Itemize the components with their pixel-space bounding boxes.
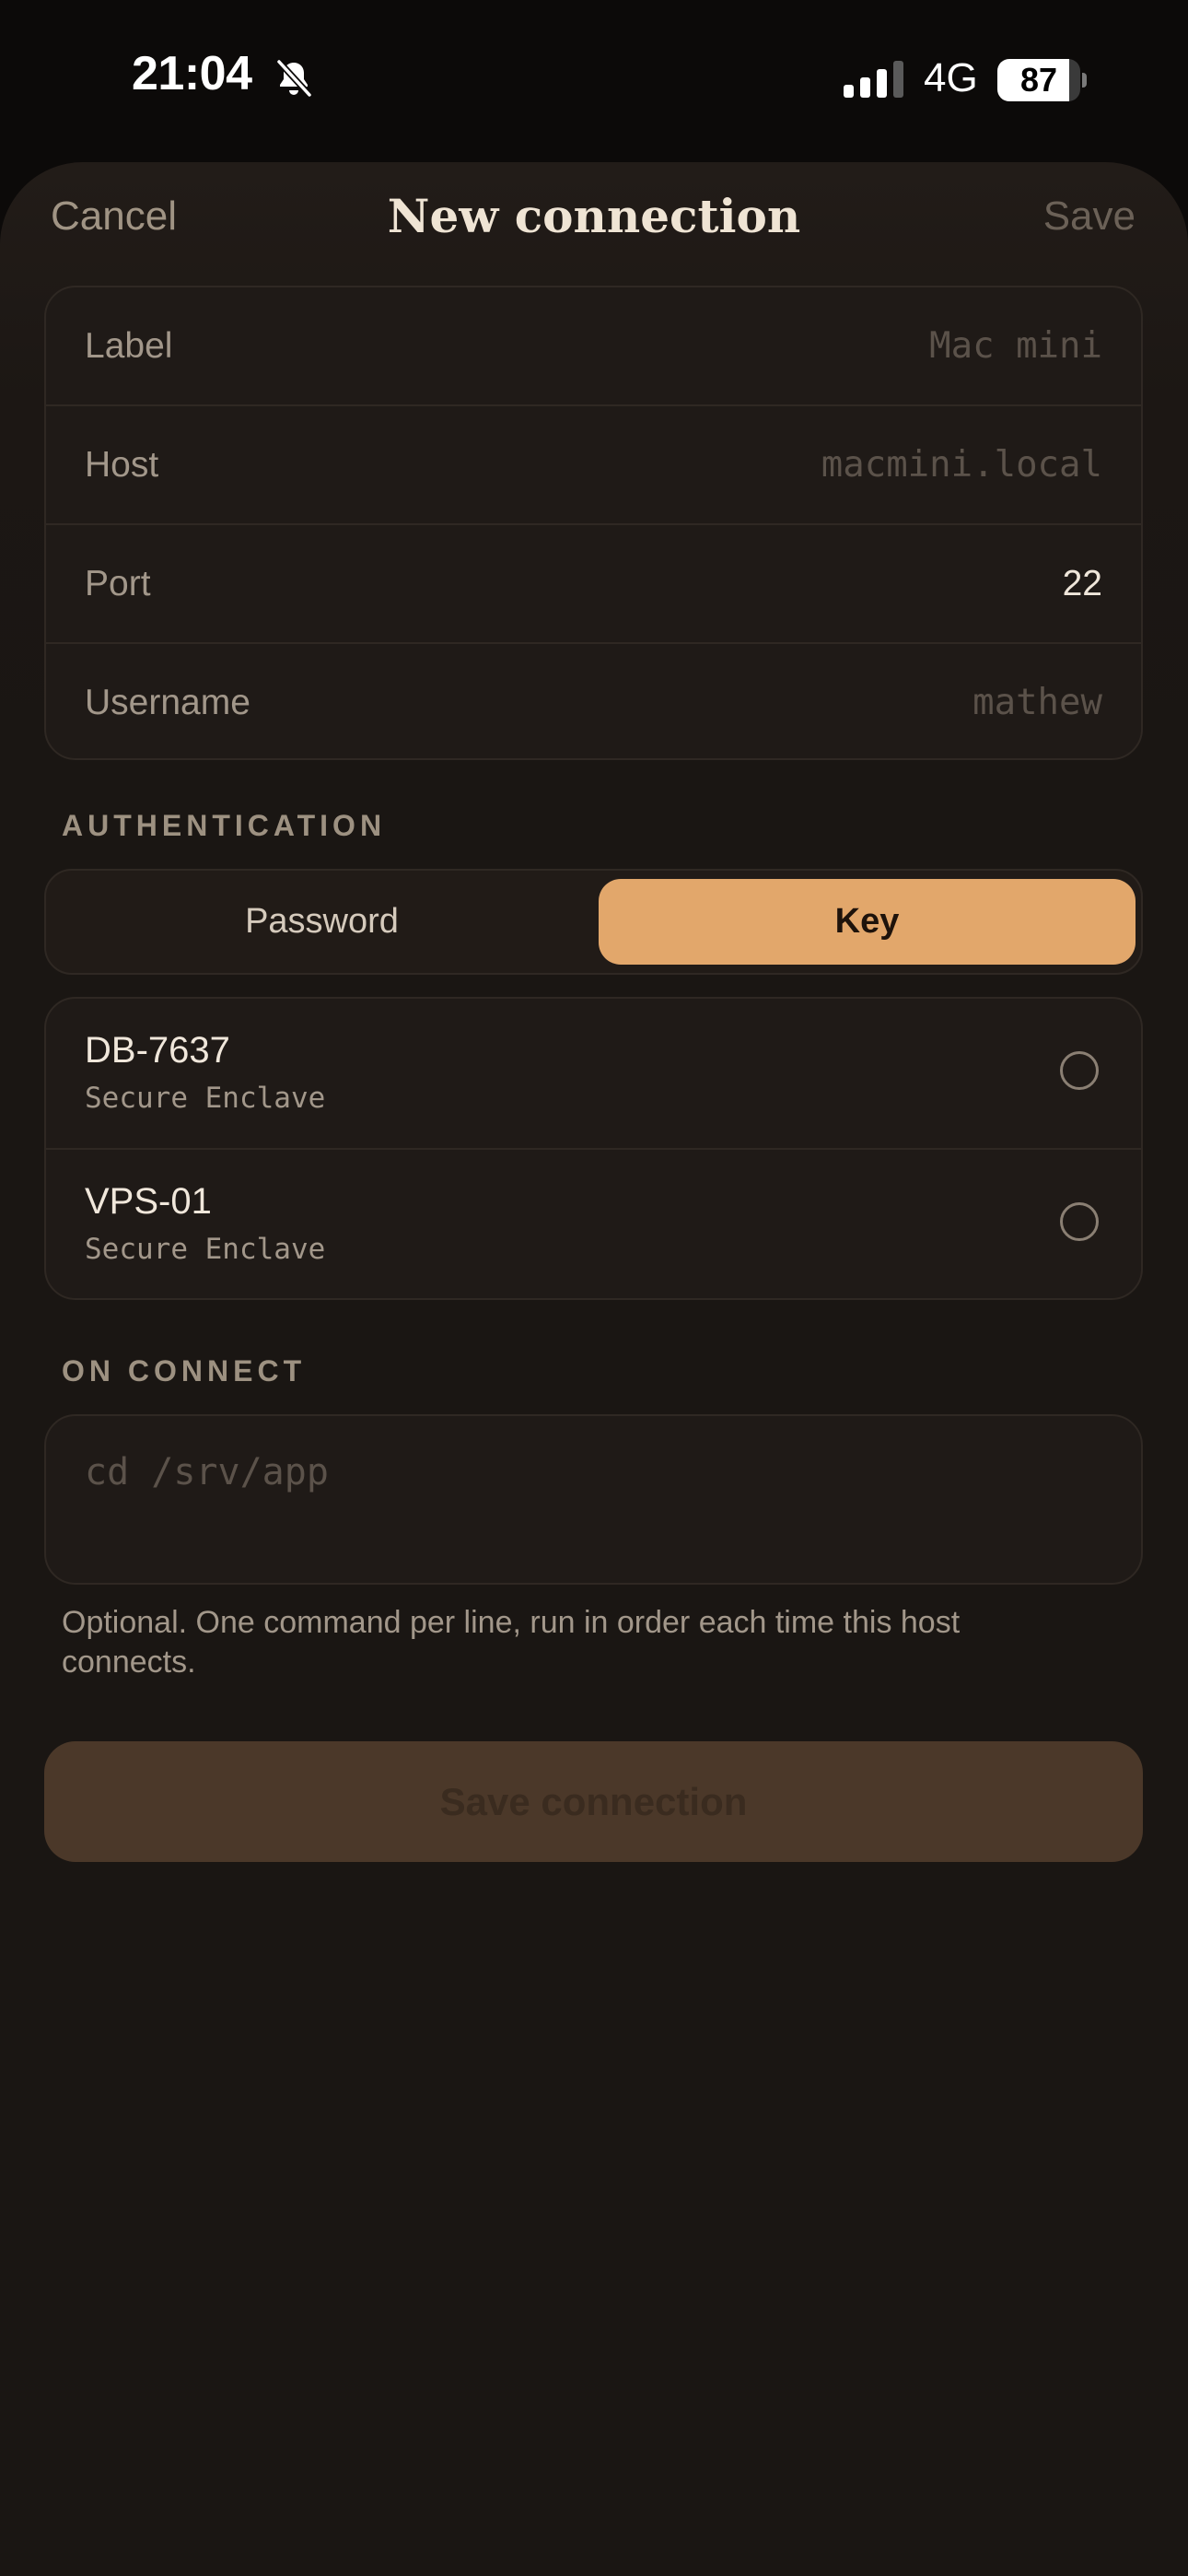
key-segment[interactable]: Key [599, 879, 1136, 965]
battery-icon: 87 [997, 59, 1087, 101]
port-field[interactable]: Port 22 [46, 525, 1141, 644]
on-connect-commands-input[interactable]: cd /srv/app [44, 1414, 1143, 1585]
authentication-header: AUTHENTICATION [62, 809, 387, 842]
on-connect-helper-text: Optional. One command per line, run in o… [62, 1605, 961, 1680]
auth-method-toggle: Password Key [44, 869, 1143, 975]
battery-tip [1082, 73, 1087, 88]
key-list: DB-7637 Secure Enclave VPS-01 Secure Enc… [44, 997, 1143, 1300]
screen: 21:04 4G 87 Cancel New connection Save L… [0, 0, 1188, 2576]
username-field[interactable]: Username mathew [46, 644, 1141, 758]
cancel-button[interactable]: Cancel [51, 193, 177, 240]
field-label: Port [85, 564, 151, 603]
status-time: 21:04 [132, 47, 252, 100]
key-location: Secure Enclave [85, 1082, 326, 1115]
password-segment[interactable]: Password [53, 879, 590, 965]
connection-form: Label Mac mini Host macmini.local Port 2… [44, 286, 1143, 760]
host-field[interactable]: Host macmini.local [46, 406, 1141, 525]
network-type: 4G [924, 55, 978, 100]
save-button[interactable]: Save [1043, 193, 1136, 240]
port-input[interactable]: 22 [1063, 525, 1102, 642]
label-field[interactable]: Label Mac mini [46, 287, 1141, 406]
field-label: Host [85, 445, 159, 485]
save-connection-button[interactable]: Save connection [44, 1741, 1143, 1862]
label-input[interactable]: Mac mini [929, 287, 1102, 404]
username-input[interactable]: mathew [973, 644, 1102, 758]
signal-icon [844, 61, 903, 98]
key-name: VPS-01 [85, 1181, 212, 1222]
battery-level: 87 [1019, 61, 1058, 99]
key-option[interactable]: VPS-01 Secure Enclave [46, 1150, 1141, 1298]
key-location: Secure Enclave [85, 1233, 326, 1266]
radio-icon[interactable] [1060, 1202, 1099, 1241]
bell-slash-icon [276, 59, 312, 98]
on-connect-header: ON CONNECT [62, 1354, 307, 1388]
key-name: DB-7637 [85, 1030, 230, 1071]
status-bar: 21:04 4G 87 [0, 0, 1188, 162]
key-option[interactable]: DB-7637 Secure Enclave [46, 999, 1141, 1150]
field-label: Label [85, 326, 173, 366]
radio-icon[interactable] [1060, 1051, 1099, 1090]
command-placeholder: cd /srv/app [85, 1451, 329, 1493]
host-input[interactable]: macmini.local [821, 406, 1102, 523]
field-label: Username [85, 683, 250, 722]
